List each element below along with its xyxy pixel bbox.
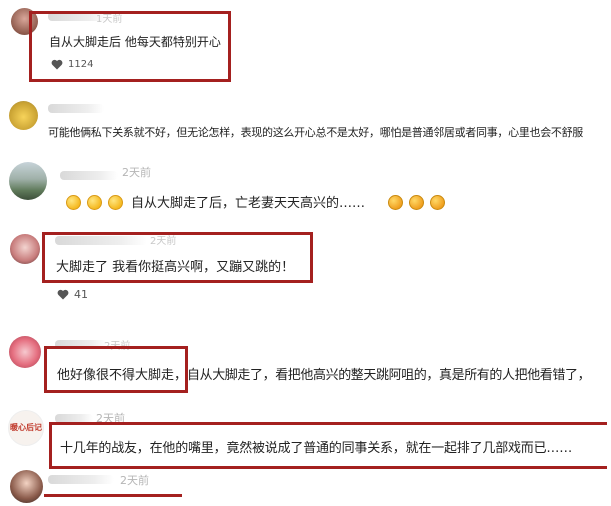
like-count: 41: [74, 288, 88, 301]
heart-icon: [57, 289, 69, 300]
highlight-box: [44, 346, 188, 393]
laugh-cry-emoji-icon: [430, 195, 445, 210]
smile-emoji-icon: [66, 195, 81, 210]
comment-time: 2天前: [120, 474, 149, 487]
avatar[interactable]: [10, 470, 43, 503]
username[interactable]: [60, 171, 118, 180]
laugh-cry-emoji-icon: [388, 195, 403, 210]
avatar[interactable]: 暖心后记: [8, 410, 44, 446]
avatar-label: 暖心后记: [10, 423, 42, 432]
avatar[interactable]: [10, 234, 40, 264]
avatar[interactable]: [9, 336, 41, 368]
emoji-row-right: [388, 193, 451, 212]
avatar[interactable]: [9, 101, 38, 130]
highlight-box: [29, 11, 231, 82]
highlight-box: [49, 422, 607, 469]
comment-text: 自从大脚走了后，亡老妻天天高兴的……: [131, 196, 366, 211]
comment-time: 2天前: [122, 166, 151, 179]
comment-text: 自从大脚走了，看把他高兴的整天跳阿咀的，真是所有的人把他看错了，: [187, 368, 591, 383]
like-button[interactable]: 41: [57, 288, 88, 301]
emoji-row-left: [66, 193, 129, 212]
highlight-box-edge: [44, 494, 182, 497]
comment-text: 可能他俩私下关系就不好，但无论怎样，表现的这么开心总不是太好，哪怕是普通邻居或者…: [48, 126, 583, 139]
smile-emoji-icon: [108, 195, 123, 210]
username[interactable]: [48, 104, 104, 113]
avatar[interactable]: [9, 162, 47, 200]
laugh-cry-emoji-icon: [409, 195, 424, 210]
highlight-box: [42, 232, 313, 283]
username[interactable]: [48, 475, 114, 484]
smile-emoji-icon: [87, 195, 102, 210]
